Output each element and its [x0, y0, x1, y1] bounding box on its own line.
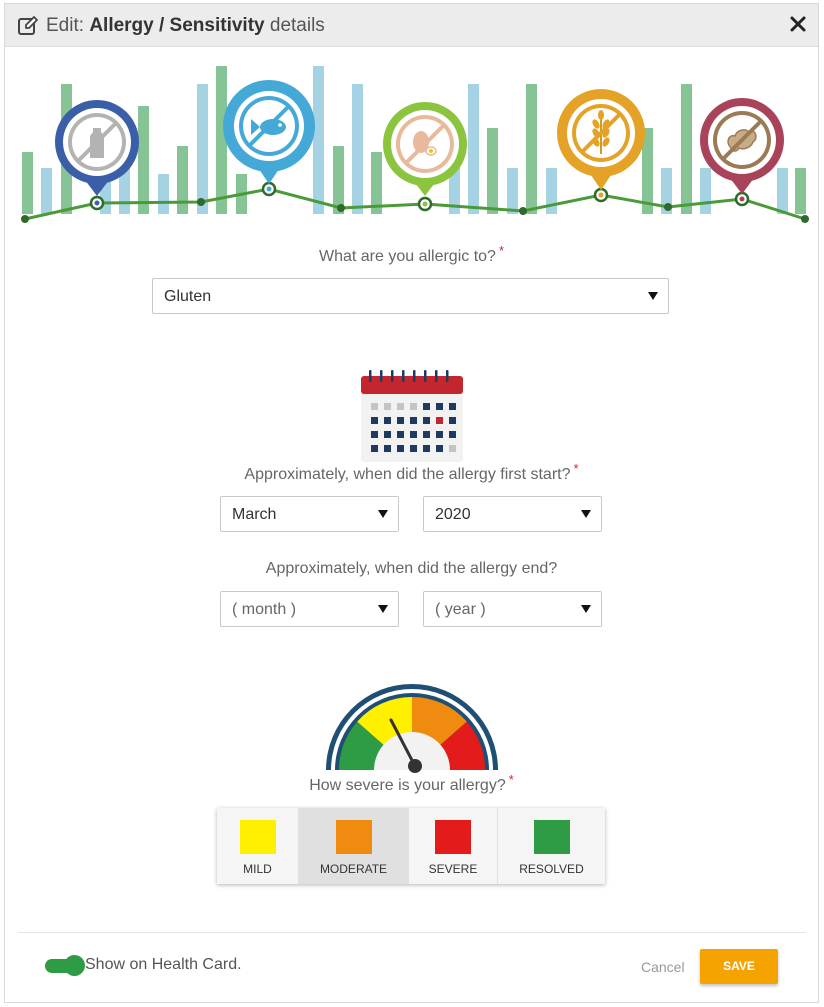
required-mark: *	[573, 461, 579, 476]
edit-icon	[18, 16, 38, 35]
severity-option-moderate[interactable]: MODERATE	[299, 808, 409, 884]
title-suffix: details	[264, 15, 325, 36]
end-question-text: Approximately, when did the allergy end?	[265, 560, 558, 577]
allergen-banner	[21, 66, 809, 223]
severity-option-mild[interactable]: MILD	[217, 808, 299, 884]
required-mark: *	[508, 772, 514, 787]
toggle-knob	[64, 955, 85, 976]
title-prefix: Edit:	[46, 15, 90, 36]
severity-option-severe[interactable]: SEVERE	[409, 808, 498, 884]
save-button[interactable]: SAVE	[700, 949, 778, 984]
allergen-select-value: Gluten	[164, 288, 212, 305]
severity-swatch	[335, 820, 372, 854]
end-month-select[interactable]: ( month )	[220, 591, 399, 627]
no-fish-icon	[223, 80, 315, 184]
allergen-select[interactable]: Gluten	[152, 278, 669, 314]
severity-gauge-icon	[326, 684, 498, 773]
start-month-select[interactable]: March	[220, 496, 399, 532]
dialog-header: Edit: Allergy / Sensitivity details	[5, 4, 818, 47]
calendar-icon	[361, 370, 463, 462]
chevron-down-icon	[581, 510, 591, 518]
start-year-select[interactable]: 2020	[423, 496, 602, 532]
allergen-question: What are you allergic to? *	[5, 243, 818, 266]
severity-option-label: MILD	[243, 862, 272, 876]
severity-option-label: MODERATE	[319, 862, 388, 876]
severity-swatch	[435, 820, 471, 854]
severity-swatch	[239, 820, 276, 854]
cancel-button[interactable]: Cancel	[641, 959, 685, 975]
no-peanut-icon	[700, 98, 784, 194]
severity-option-label: RESOLVED	[519, 862, 584, 876]
severity-option-resolved[interactable]: RESOLVED	[498, 808, 605, 884]
end-month-placeholder: ( month )	[232, 601, 297, 618]
severity-question-text: How severe is your allergy?	[309, 777, 506, 794]
start-question: Approximately, when did the allergy firs…	[5, 461, 818, 484]
allergen-question-text: What are you allergic to?	[318, 248, 496, 265]
show-on-health-card-label: Show on Health Card.	[85, 956, 242, 973]
chevron-down-icon	[378, 605, 388, 613]
edit-allergy-dialog: Edit: Allergy / Sensitivity details What…	[4, 3, 819, 1003]
footer-divider	[18, 932, 806, 933]
show-on-health-card-toggle[interactable]	[45, 955, 85, 976]
end-year-placeholder: ( year )	[435, 601, 486, 618]
chevron-down-icon	[378, 510, 388, 518]
dialog-title: Edit: Allergy / Sensitivity details	[46, 15, 325, 37]
chevron-down-icon	[648, 292, 658, 300]
no-gluten-icon	[557, 89, 645, 190]
required-mark: *	[498, 243, 505, 258]
start-question-text: Approximately, when did the allergy firs…	[244, 466, 571, 483]
severity-swatch	[533, 820, 570, 854]
start-year-value: 2020	[435, 506, 471, 523]
severity-option-label: SEVERE	[428, 862, 478, 876]
close-icon[interactable]	[788, 14, 808, 34]
severity-question: How severe is your allergy? *	[5, 772, 818, 795]
end-question: Approximately, when did the allergy end?	[5, 560, 818, 578]
severity-selector: MILD MODERATE SEVERE RESOLVED	[217, 808, 605, 884]
title-bold: Allergy / Sensitivity	[89, 15, 265, 36]
chevron-down-icon	[581, 605, 591, 613]
start-month-value: March	[232, 506, 277, 523]
end-year-select[interactable]: ( year )	[423, 591, 602, 627]
